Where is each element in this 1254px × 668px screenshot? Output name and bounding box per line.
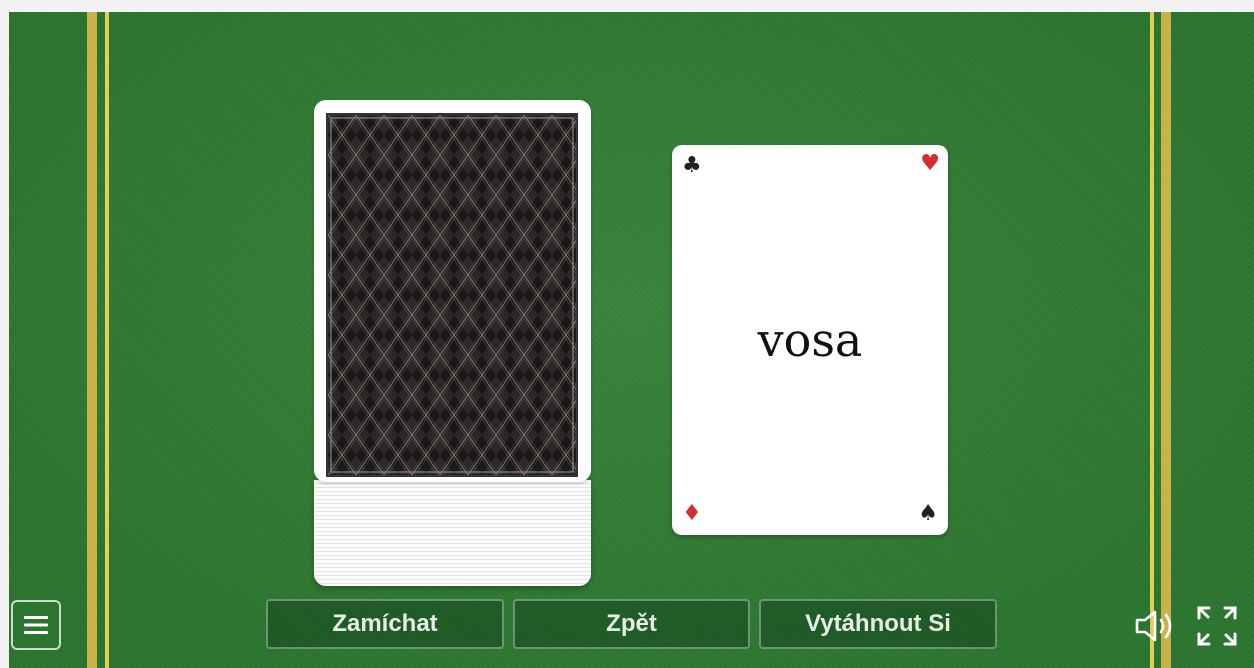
draw-button[interactable]: Vytáhnout Si <box>759 599 997 649</box>
right-rail-inner <box>1150 12 1154 668</box>
heart-icon: ♥ <box>920 151 940 176</box>
spade-icon: ♠ <box>918 501 938 526</box>
fullscreen-icon[interactable] <box>1194 603 1240 649</box>
deck-stack-edge <box>314 480 591 586</box>
card-deck[interactable] <box>314 100 591 586</box>
left-rail-outer <box>87 12 97 668</box>
card-word: vosa <box>757 313 863 367</box>
club-icon: ♣ <box>682 153 702 178</box>
card-back-pattern-icon <box>326 113 578 477</box>
left-rail-inner <box>105 12 109 668</box>
deck-top-card[interactable] <box>314 100 591 482</box>
right-rail-outer <box>1161 12 1171 668</box>
game-table: ♣ ♥ vosa ♦ ♠ <box>9 12 1254 668</box>
shuffle-button[interactable]: Zamíchat <box>266 599 504 649</box>
hamburger-menu-icon[interactable] <box>11 600 61 650</box>
speaker-icon[interactable] <box>1133 603 1179 649</box>
diamond-icon: ♦ <box>682 501 702 526</box>
flashcard[interactable]: ♣ ♥ vosa ♦ ♠ <box>672 145 948 535</box>
back-button[interactable]: Zpět <box>513 599 750 649</box>
